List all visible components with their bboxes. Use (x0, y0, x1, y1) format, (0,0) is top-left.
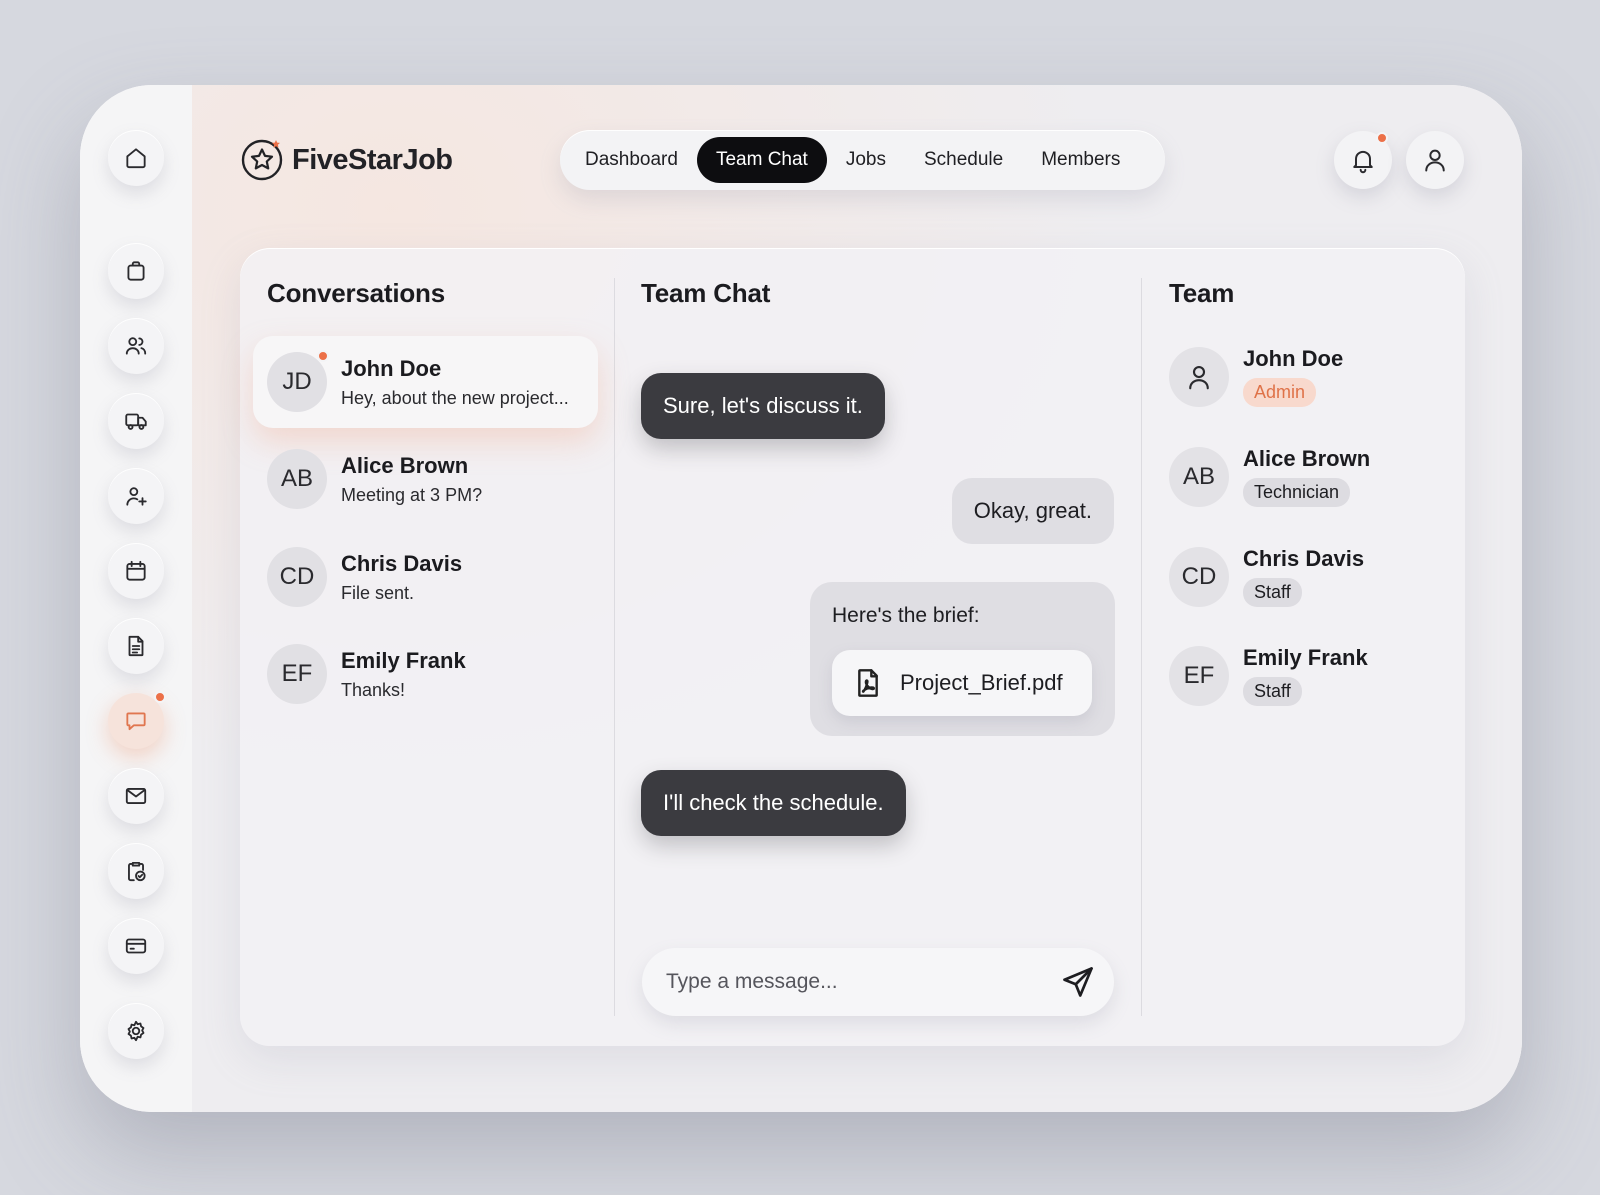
avatar-initials: CD (279, 563, 315, 590)
role-badge: Technician (1243, 478, 1351, 507)
avatar (1169, 346, 1229, 407)
team-member[interactable]: John Doe Admin (1169, 346, 1343, 407)
message-outgoing: Okay, great. (951, 478, 1114, 544)
notification-dot (154, 691, 166, 703)
file-attachment[interactable]: Project_Brief.pdf (832, 650, 1092, 716)
avatar: EF (1169, 645, 1229, 706)
notifications-button[interactable] (1334, 131, 1392, 189)
user-plus-icon (126, 487, 147, 506)
avatar-initials: EF (281, 660, 313, 687)
sidebar-item-documents[interactable] (108, 618, 164, 674)
bell-icon (1353, 150, 1373, 174)
top-nav: Dashboard Team Chat Jobs Schedule Member… (560, 130, 1165, 190)
sidebar (80, 85, 192, 1112)
tab-dashboard[interactable]: Dashboard (566, 137, 697, 183)
send-icon (1063, 967, 1093, 997)
chat-title: Team Chat (641, 278, 771, 308)
truck-icon (125, 413, 147, 430)
sidebar-item-team[interactable] (108, 318, 164, 374)
conversation-item[interactable]: JD John Doe Hey, about the new project..… (253, 336, 598, 428)
card-icon (125, 938, 147, 954)
tab-jobs[interactable]: Jobs (827, 137, 905, 183)
member-name: Chris Davis (1243, 546, 1365, 571)
conversation-name: Emily Frank (341, 647, 466, 673)
conversation-item[interactable]: EF Emily Frank Thanks! (253, 628, 598, 720)
team-member[interactable]: CD Chris Davis Staff (1169, 546, 1364, 607)
member-name: Alice Brown (1243, 446, 1371, 471)
document-icon (128, 635, 144, 657)
message-input[interactable]: Type a message... (642, 948, 1114, 1016)
tab-members[interactable]: Members (1022, 137, 1139, 183)
avatar: CD (1169, 546, 1229, 607)
avatar-initials: AB (1182, 462, 1215, 490)
role-badge: Staff (1243, 677, 1302, 706)
app-name: FiveStarJob (292, 143, 453, 176)
sidebar-item-add-member[interactable] (108, 468, 164, 524)
users-icon (125, 337, 147, 355)
app-logo[interactable]: FiveStarJob (240, 138, 453, 182)
user-icon (1189, 365, 1209, 389)
message-text: Here's the brief: (832, 604, 980, 627)
pdf-file-icon (858, 669, 878, 697)
message-input-placeholder: Type a message... (666, 970, 838, 993)
gear-icon (127, 1020, 145, 1042)
message-incoming: Sure, let's discuss it. (641, 373, 885, 439)
team-title: Team (1169, 278, 1235, 308)
team-member[interactable]: EF Emily Frank Staff (1169, 645, 1368, 706)
mail-icon (125, 788, 147, 804)
star-logo-icon (241, 139, 283, 181)
sidebar-item-jobs[interactable] (108, 243, 164, 299)
avatar-initials: EF (1183, 661, 1215, 689)
message-incoming: I'll check the schedule. (641, 770, 906, 836)
avatar-initials: AB (280, 465, 313, 492)
avatar-initials: CD (1181, 562, 1217, 590)
tab-team-chat[interactable]: Team Chat (696, 137, 827, 183)
avatar: JD (267, 350, 329, 412)
calendar-icon (126, 560, 146, 581)
tab-schedule[interactable]: Schedule (905, 137, 1022, 183)
sidebar-item-tasks[interactable] (108, 843, 164, 899)
sidebar-item-billing[interactable] (108, 918, 164, 974)
avatar: AB (267, 449, 327, 509)
profile-button[interactable] (1406, 131, 1464, 189)
conversation-item[interactable]: AB Alice Brown Meeting at 3 PM? (253, 433, 598, 525)
home-icon (126, 148, 146, 169)
conversation-preview: Thanks! (341, 679, 406, 700)
clipboard-check-icon (128, 861, 146, 882)
sidebar-item-settings[interactable] (108, 1003, 164, 1059)
chat-icon (126, 712, 146, 731)
role-badge: Admin (1243, 378, 1317, 407)
member-name: Emily Frank (1243, 645, 1368, 670)
team-member[interactable]: AB Alice Brown Technician (1169, 446, 1370, 507)
conversation-name: Alice Brown (341, 452, 469, 478)
conversation-item[interactable]: CD Chris Davis File sent. (253, 531, 598, 623)
conversation-preview: File sent. (341, 582, 415, 603)
avatar: AB (1169, 446, 1229, 507)
conversation-preview: Meeting at 3 PM? (341, 484, 483, 505)
notification-dot (1376, 132, 1388, 144)
conversation-name: Chris Davis (341, 550, 463, 576)
column-divider (614, 278, 615, 1016)
sidebar-item-chat[interactable] (108, 691, 166, 749)
send-button[interactable] (1060, 964, 1096, 1000)
sidebar-item-mail[interactable] (108, 768, 164, 824)
conversations-title: Conversations (267, 278, 446, 308)
conversation-name: John Doe (341, 355, 442, 381)
conversation-preview: Hey, about the new project... (341, 387, 569, 408)
briefcase-icon (127, 261, 145, 281)
user-icon (1425, 149, 1445, 172)
column-divider (1141, 278, 1142, 1016)
avatar: CD (267, 547, 327, 607)
message-outgoing-attachment: Here's the brief: Project_Brief.pdf (810, 582, 1115, 736)
sidebar-item-vehicles[interactable] (108, 393, 164, 449)
role-badge: Staff (1243, 578, 1302, 607)
avatar: EF (267, 644, 327, 704)
member-name: John Doe (1243, 346, 1344, 371)
unread-dot (317, 350, 329, 362)
avatar-initials: JD (282, 368, 312, 395)
chat-panel: Conversations JD John Doe Hey, about the… (240, 248, 1465, 1046)
sidebar-item-calendar[interactable] (108, 543, 164, 599)
sidebar-item-home[interactable] (108, 130, 164, 186)
file-name: Project_Brief.pdf (900, 670, 1063, 695)
